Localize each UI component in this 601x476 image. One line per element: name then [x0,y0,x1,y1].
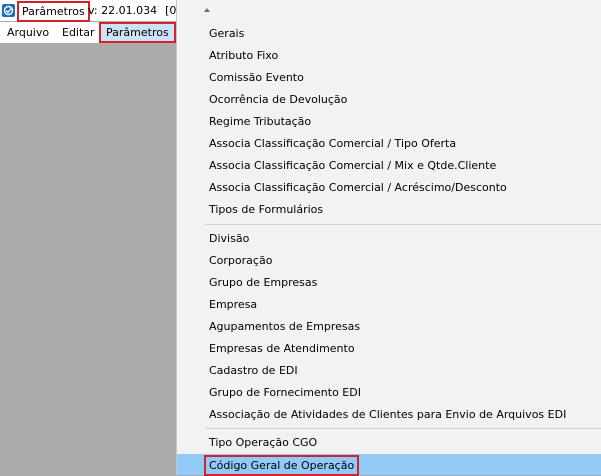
menu-item-regime-tributacao[interactable]: Regime Tributação [177,111,601,133]
menu-item-label: Divisão [209,232,250,245]
menu-item-label: Gerais [209,27,245,40]
menu-item-label: Grupo de Fornecimento EDI [209,386,361,399]
menu-parametros[interactable]: Parâmetros [99,22,176,43]
menu-item-tipo-operacao-cgo[interactable]: Tipo Operação CGO [177,432,601,454]
menu-item-assoc-class-tipo-oferta[interactable]: Associa Classificação Comercial / Tipo O… [177,133,601,155]
menu-item-cadastro-edi[interactable]: Cadastro de EDI [177,360,601,382]
menu-item-assoc-class-acrescimo[interactable]: Associa Classificação Comercial / Acrésc… [177,177,601,199]
menu-separator [205,224,601,225]
workspace-area [0,43,175,475]
menu-item-agrupamentos-empresas[interactable]: Agupamentos de Empresas [177,316,601,338]
menu-item-label: Comissão Evento [209,71,304,84]
menu-item-label: Código Geral de Operação [204,455,360,476]
menu-item-assoc-atividades-edi[interactable]: Associação de Atividades de Clientes par… [177,404,601,426]
menu-item-empresa[interactable]: Empresa [177,294,601,316]
menu-item-label: Ocorrência de Devolução [209,93,348,106]
menu-item-assoc-class-mix-qtde[interactable]: Associa Classificação Comercial / Mix e … [177,155,601,177]
menu-item-codigo-geral-operacao[interactable]: Código Geral de Operação [177,454,601,476]
menu-item-ocorrencia-devolucao[interactable]: Ocorrência de Devolução [177,89,601,111]
menu-item-label: Associa Classificação Comercial / Tipo O… [209,137,457,150]
menu-item-grupo-fornecimento-edi[interactable]: Grupo de Fornecimento EDI [177,382,601,404]
menu-editar[interactable]: Editar [57,22,100,43]
menu-item-label: Tipos de Formulários [209,203,324,216]
menu-item-label: Empresas de Atendimento [209,342,355,355]
menu-separator [205,428,601,429]
menu-item-label: Associa Classificação Comercial / Acrésc… [209,181,507,194]
menu-item-label: Associação de Atividades de Clientes par… [209,408,567,421]
menu-item-label: Grupo de Empresas [209,276,318,289]
parametros-dropdown-menu: Gerais Atributo Fixo Comissão Evento Oco… [176,0,601,476]
menu-item-tipos-formularios[interactable]: Tipos de Formulários [177,199,601,221]
menu-item-label: Cadastro de EDI [209,364,298,377]
menu-item-label: Associa Classificação Comercial / Mix e … [209,159,497,172]
menu-item-label: Corporação [209,254,273,267]
menu-item-label: Empresa [209,298,258,311]
menu-item-grupo-empresas[interactable]: Grupo de Empresas [177,272,601,294]
scroll-up-arrow-icon[interactable] [204,8,210,12]
menu-item-comissao-evento[interactable]: Comissão Evento [177,67,601,89]
menu-item-label: Tipo Operação CGO [209,436,318,449]
menu-item-label: Agupamentos de Empresas [209,320,361,333]
menu-item-divisao[interactable]: Divisão [177,228,601,250]
menu-item-gerais[interactable]: Gerais [177,23,601,45]
menu-item-label: Regime Tributação [209,115,312,128]
app-icon [2,4,15,17]
menu-arquivo[interactable]: Arquivo [2,22,54,43]
window-title: Parâmetros [17,1,90,22]
version-label: v: 22.01.034 [88,4,158,17]
menu-item-atributo-fixo[interactable]: Atributo Fixo [177,45,601,67]
menu-item-corporacao[interactable]: Corporação [177,250,601,272]
menu-bar: Arquivo Editar Parâmetros [0,22,176,43]
menu-item-label: Atributo Fixo [209,49,279,62]
menu-item-empresas-atendimento[interactable]: Empresas de Atendimento [177,338,601,360]
